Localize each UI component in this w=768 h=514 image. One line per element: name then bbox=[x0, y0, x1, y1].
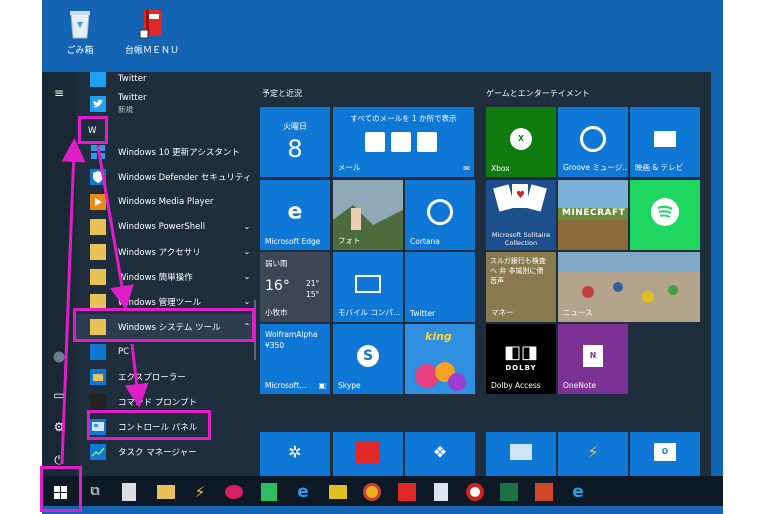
annotation-arrows bbox=[60, 138, 149, 465]
arrow-w-to-system-tools bbox=[96, 145, 134, 310]
arrow-system-tools-to-control-panel bbox=[124, 343, 149, 408]
arrow-start-to-w bbox=[60, 138, 86, 465]
